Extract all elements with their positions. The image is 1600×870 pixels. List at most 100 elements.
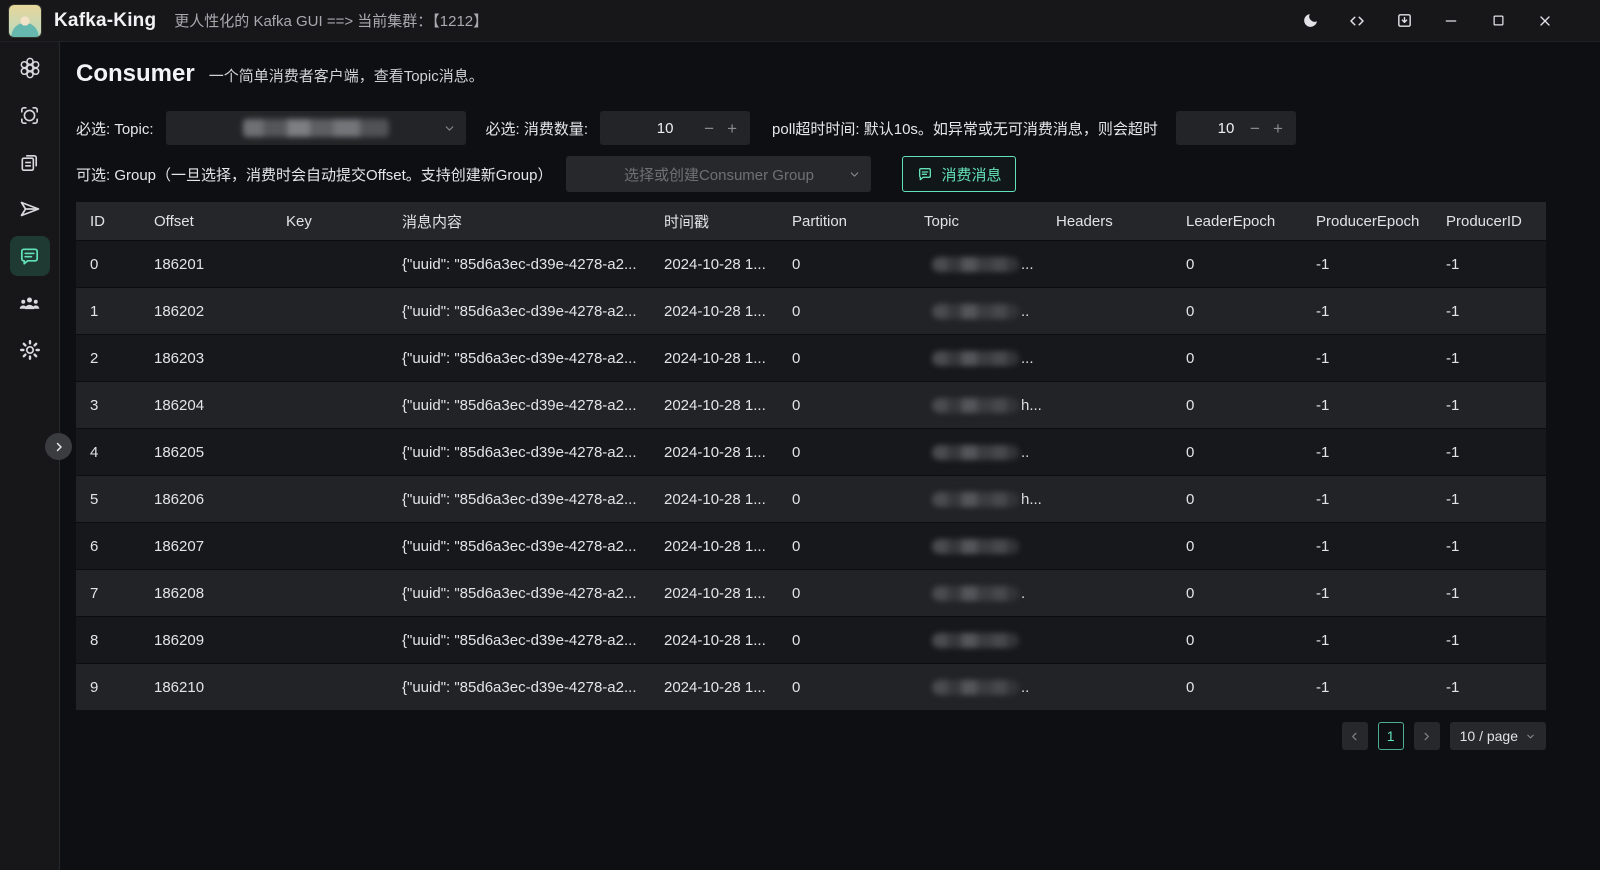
cell-message: {"uuid": "85d6a3ec-d39e-4278-a2... — [388, 429, 650, 475]
cell-timestamp: 2024-10-28 1... — [650, 570, 778, 616]
cell-producer_epoch: -1 — [1302, 288, 1432, 334]
table-row[interactable]: 3186204{"uuid": "85d6a3ec-d39e-4278-a2..… — [76, 382, 1546, 428]
window-controls — [1301, 12, 1554, 30]
cell-producer_id: -1 — [1432, 241, 1546, 287]
cell-offset: 186209 — [140, 617, 272, 663]
cell-id: 7 — [76, 570, 140, 616]
sidebar-item-topics[interactable] — [10, 142, 50, 182]
topics-stack-icon — [18, 151, 41, 174]
cell-partition: 0 — [778, 570, 910, 616]
pagination: 1 10 / page — [76, 722, 1546, 750]
column-header-key: Key — [272, 202, 388, 240]
chevron-down-icon — [848, 168, 861, 181]
count-label: 必选: 消费数量: — [486, 118, 589, 139]
cell-timestamp: 2024-10-28 1... — [650, 288, 778, 334]
group-select[interactable]: 选择或创建Consumer Group — [566, 156, 871, 192]
table-row[interactable]: 8186209{"uuid": "85d6a3ec-d39e-4278-a2..… — [76, 617, 1546, 663]
cell-headers — [1042, 523, 1172, 569]
consume-count-input[interactable]: 10 − + — [600, 111, 750, 145]
topic-select[interactable] — [166, 111, 466, 145]
poll-minus-button[interactable]: − — [1250, 120, 1260, 137]
minimize-button[interactable] — [1442, 12, 1460, 30]
cell-producer_epoch: -1 — [1302, 476, 1432, 522]
cell-topic: . — [910, 570, 1042, 616]
consume-messages-button[interactable]: 消费消息 — [902, 156, 1016, 192]
cell-headers — [1042, 429, 1172, 475]
column-header-offset: Offset — [140, 202, 272, 240]
cell-leader_epoch: 0 — [1172, 523, 1302, 569]
sidebar-item-settings[interactable] — [10, 330, 50, 370]
cell-partition: 0 — [778, 476, 910, 522]
cell-topic: h... — [910, 476, 1042, 522]
cell-producer_id: -1 — [1432, 335, 1546, 381]
cell-producer_epoch: -1 — [1302, 664, 1432, 710]
cell-key — [272, 382, 388, 428]
code-button[interactable] — [1348, 12, 1366, 30]
close-button[interactable] — [1536, 12, 1554, 30]
table-row[interactable]: 5186206{"uuid": "85d6a3ec-d39e-4278-a2..… — [76, 476, 1546, 522]
cell-producer_id: -1 — [1432, 476, 1546, 522]
cell-leader_epoch: 0 — [1172, 382, 1302, 428]
cell-key — [272, 429, 388, 475]
cell-id: 8 — [76, 617, 140, 663]
sidebar-item-cluster[interactable] — [10, 48, 50, 88]
cell-leader_epoch: 0 — [1172, 617, 1302, 663]
messages-table: IDOffsetKey消息内容时间戳PartitionTopicHeadersL… — [76, 202, 1546, 710]
table-row[interactable]: 0186201{"uuid": "85d6a3ec-d39e-4278-a2..… — [76, 241, 1546, 287]
current-page-button[interactable]: 1 — [1378, 722, 1404, 750]
cell-headers — [1042, 617, 1172, 663]
cell-headers — [1042, 664, 1172, 710]
count-minus-button[interactable]: − — [704, 120, 714, 137]
table-row[interactable]: 7186208{"uuid": "85d6a3ec-d39e-4278-a2..… — [76, 570, 1546, 616]
cell-headers — [1042, 335, 1172, 381]
table-row[interactable]: 6186207{"uuid": "85d6a3ec-d39e-4278-a2..… — [76, 523, 1546, 569]
table-row[interactable]: 4186205{"uuid": "85d6a3ec-d39e-4278-a2..… — [76, 429, 1546, 475]
cell-timestamp: 2024-10-28 1... — [650, 617, 778, 663]
main-content: Consumer 一个简单消费者客户端，查看Topic消息。 必选: Topic… — [61, 60, 1600, 750]
sidebar-item-producer[interactable] — [10, 189, 50, 229]
chevron-right-icon — [53, 441, 65, 453]
dark-mode-button[interactable] — [1301, 12, 1319, 30]
column-header-topic: Topic — [910, 202, 1042, 240]
cell-key — [272, 288, 388, 334]
import-box-icon — [1396, 12, 1413, 29]
page-size-select[interactable]: 10 / page — [1450, 722, 1546, 750]
sidebar-item-monitor[interactable] — [10, 95, 50, 135]
poll-timeout-input[interactable]: 10 − + — [1176, 111, 1296, 145]
cell-id: 3 — [76, 382, 140, 428]
poll-timeout-label: poll超时时间: 默认10s。如异常或无可消费消息，则会超时 — [772, 118, 1158, 139]
cell-producer_epoch: -1 — [1302, 617, 1432, 663]
cell-producer_id: -1 — [1432, 288, 1546, 334]
cell-key — [272, 570, 388, 616]
sidebar-expand-button[interactable] — [45, 433, 72, 460]
maximize-button[interactable] — [1489, 12, 1507, 30]
count-plus-button[interactable]: + — [727, 120, 737, 137]
redacted-topic — [932, 304, 1019, 319]
cell-id: 4 — [76, 429, 140, 475]
import-button[interactable] — [1395, 12, 1413, 30]
sidebar-item-groups[interactable] — [10, 283, 50, 323]
cell-message: {"uuid": "85d6a3ec-d39e-4278-a2... — [388, 523, 650, 569]
table-row[interactable]: 9186210{"uuid": "85d6a3ec-d39e-4278-a2..… — [76, 664, 1546, 710]
redacted-topic — [932, 398, 1019, 413]
page-title: Consumer — [76, 60, 195, 88]
cell-headers — [1042, 382, 1172, 428]
prev-page-button[interactable] — [1342, 722, 1368, 750]
sidebar-item-consumer[interactable] — [10, 236, 50, 276]
table-header-row: IDOffsetKey消息内容时间戳PartitionTopicHeadersL… — [76, 202, 1546, 240]
cell-leader_epoch: 0 — [1172, 429, 1302, 475]
titlebar: Kafka-King 更人性化的 Kafka GUI ==> 当前集群：【121… — [0, 0, 1600, 42]
maximize-icon — [1491, 13, 1506, 28]
column-header-headers: Headers — [1042, 202, 1172, 240]
topic-label: 必选: Topic: — [76, 118, 154, 139]
code-brackets-icon — [1348, 12, 1366, 30]
table-row[interactable]: 1186202{"uuid": "85d6a3ec-d39e-4278-a2..… — [76, 288, 1546, 334]
poll-plus-button[interactable]: + — [1273, 120, 1283, 137]
cell-partition: 0 — [778, 335, 910, 381]
cell-leader_epoch: 0 — [1172, 664, 1302, 710]
redacted-topic — [932, 445, 1019, 460]
cell-timestamp: 2024-10-28 1... — [650, 335, 778, 381]
next-page-button[interactable] — [1414, 722, 1440, 750]
cell-timestamp: 2024-10-28 1... — [650, 429, 778, 475]
table-row[interactable]: 2186203{"uuid": "85d6a3ec-d39e-4278-a2..… — [76, 335, 1546, 381]
